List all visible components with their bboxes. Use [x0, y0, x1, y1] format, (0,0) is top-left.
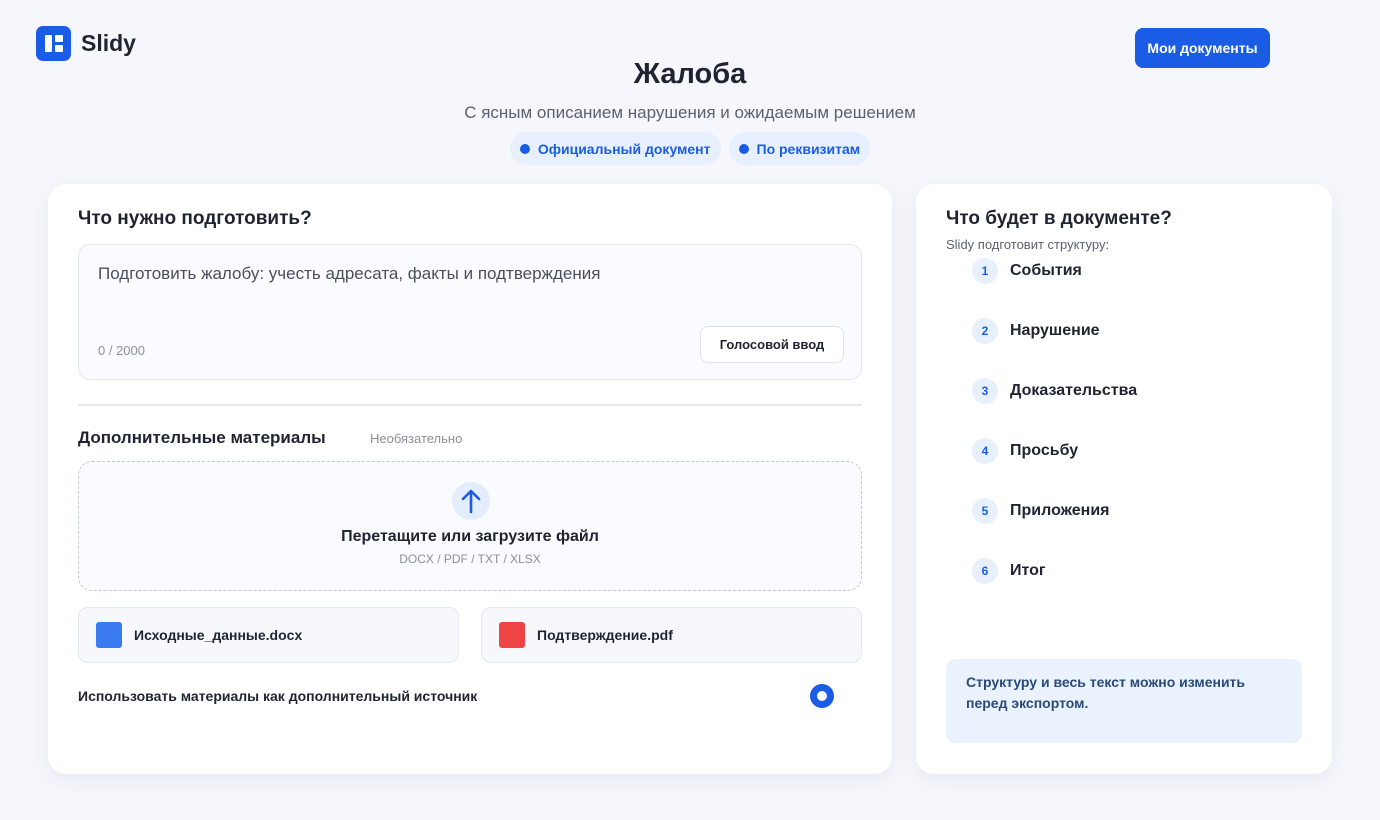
step-number: 5 [972, 498, 998, 524]
step-label: Доказательства [1010, 382, 1138, 399]
step-number: 4 [972, 438, 998, 464]
radio-dot-icon [817, 691, 827, 701]
dot-icon [519, 143, 530, 154]
materials-title: Дополнительные материалы [78, 428, 326, 447]
page-title: Жалоба [633, 58, 747, 90]
prepare-title: Что нужно подготовить? [78, 208, 312, 229]
step-label: События [1010, 262, 1082, 279]
step-label: Просьбу [1010, 442, 1079, 459]
voice-input-button[interactable]: Голосовой ввод [700, 326, 844, 363]
prompt-textarea[interactable]: Подготовить жалобу: учесть адресата, фак… [78, 244, 862, 380]
step-number: 2 [972, 318, 998, 344]
dropzone-formats: DOCX / PDF / TXT / XLSX [399, 552, 541, 566]
char-counter: 0 / 2000 [98, 343, 145, 358]
structure-card: Что будет в документе? Slidy подготовит … [916, 184, 1332, 774]
logo[interactable]: Slidy [36, 26, 136, 61]
tag-list: Официальный документ По реквизитам [0, 132, 1380, 165]
use-materials-label: Использовать материалы как дополнительны… [78, 688, 478, 704]
tag-label: По реквизитам [756, 140, 861, 157]
optional-label: Необязательно [370, 431, 463, 446]
step-label: Итог [1010, 562, 1046, 579]
logo-text: Slidy [81, 30, 136, 56]
logo-icon [36, 26, 71, 61]
step-item: 2 Нарушение [972, 317, 1272, 345]
pdf-file-icon [499, 622, 525, 648]
step-item: 6 Итог [972, 557, 1272, 585]
tag-requisites: По реквизитам [728, 132, 871, 165]
edit-note: Структуру и весь текст можно изменить пе… [946, 659, 1302, 743]
docx-file-icon [96, 622, 122, 648]
step-number: 6 [972, 558, 998, 584]
file-name: Исходные_данные.docx [134, 627, 303, 643]
step-item: 4 Просьбу [972, 437, 1272, 465]
step-label: Нарушение [1010, 322, 1100, 339]
step-number: 1 [972, 258, 998, 284]
divider [78, 404, 862, 406]
page-subtitle: С ясным описанием нарушения и ожидаемым … [464, 103, 916, 122]
prompt-text[interactable]: Подготовить жалобу: учесть адресата, фак… [98, 264, 600, 284]
file-item-pdf[interactable]: Подтверждение.pdf [481, 607, 862, 663]
step-item: 3 Доказательства [972, 377, 1272, 405]
dropzone-title: Перетащите или загрузите файл [341, 528, 599, 545]
step-item: 5 Приложения [972, 497, 1272, 525]
step-item: 1 События [972, 257, 1272, 285]
file-name: Подтверждение.pdf [537, 627, 673, 643]
upload-arrow-icon [452, 482, 490, 520]
file-item-docx[interactable]: Исходные_данные.docx [78, 607, 459, 663]
dot-icon [738, 143, 749, 154]
hero: Жалоба С ясным описанием нарушения и ожи… [0, 58, 1380, 165]
tag-official: Официальный документ [509, 132, 721, 165]
structure-subtitle: Slidy подготовит структуру: [946, 237, 1110, 252]
use-materials-radio[interactable] [810, 684, 834, 708]
tag-label: Официальный документ [537, 140, 711, 157]
structure-title: Что будет в документе? [946, 208, 1172, 229]
step-label: Приложения [1010, 502, 1110, 519]
prepare-card: Что нужно подготовить? Подготовить жалоб… [48, 184, 892, 774]
step-number: 3 [972, 378, 998, 404]
file-dropzone[interactable]: Перетащите или загрузите файл DOCX / PDF… [78, 461, 862, 591]
